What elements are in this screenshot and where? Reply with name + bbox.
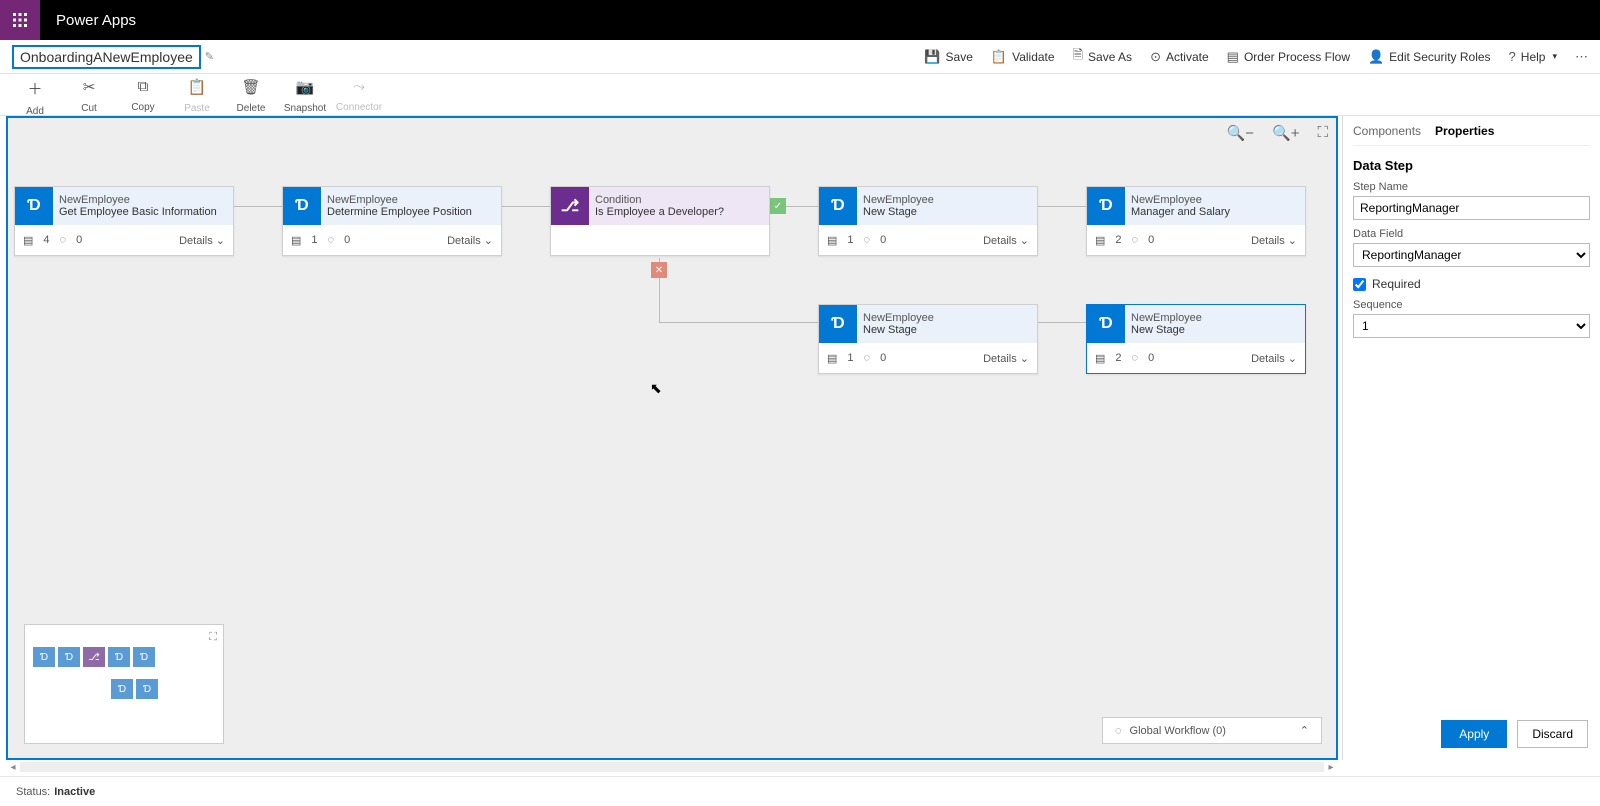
connector-line [1036,322,1092,323]
connector-line [232,206,288,207]
stage-basic-info[interactable]: Ɗ NewEmployeeGet Employee Basic Informat… [14,186,234,256]
scroll-left-icon[interactable]: ◂ [6,760,20,774]
stage-icon: Ɗ [1087,305,1125,343]
apply-button[interactable]: Apply [1441,720,1507,748]
copy-button[interactable]: ⧉Copy [116,78,170,115]
add-button[interactable]: ＋Add [8,78,62,119]
activate-button[interactable]: ⊙Activate [1150,49,1209,65]
scroll-right-icon[interactable]: ▸ [1324,760,1338,774]
trigger-icon: ◌ [328,234,335,246]
help-button[interactable]: ?Help▾ [1509,49,1557,64]
trigger-icon: ◌ [864,352,871,364]
required-label: Required [1372,277,1421,291]
connector-line [1036,206,1092,207]
snapshot-button[interactable]: 📷Snapshot [278,78,332,116]
toolbar: ＋Add ✂Cut ⧉Copy 📋Paste 🗑Delete 📷Snapshot… [0,74,1600,116]
properties-panel: Components Properties Data Step Step Nam… [1342,116,1600,760]
steps-icon: ▤ [23,234,33,247]
validate-button[interactable]: 📋Validate [991,49,1055,65]
stage-icon: Ɗ [15,187,53,225]
details-toggle[interactable]: Details ⌄ [447,234,493,247]
minimap-node: Ɗ [136,679,158,699]
waffle-icon[interactable] [0,0,40,40]
stage-icon: Ɗ [819,305,857,343]
top-bar: Power Apps [0,0,1600,40]
trigger-icon: ◌ [60,234,67,246]
zoom-out-icon[interactable]: 🔍− [1227,124,1254,142]
zoom-in-icon[interactable]: 🔍+ [1272,124,1299,142]
cursor-icon: ⬉ [650,380,662,397]
required-checkbox[interactable] [1353,278,1366,291]
connector-line [659,322,824,323]
stage-determine-position[interactable]: Ɗ NewEmployeeDetermine Employee Position… [282,186,502,256]
sequence-label: Sequence [1353,299,1590,311]
minimap-node: Ɗ [108,647,130,667]
details-toggle[interactable]: Details ⌄ [983,234,1029,247]
minimap-node: Ɗ [111,679,133,699]
save-button[interactable]: 💾Save [924,49,973,65]
stage-no-new[interactable]: Ɗ NewEmployeeNew Stage ▤1 ◌0 Details ⌄ [818,304,1038,374]
condition-is-developer[interactable]: ⎇ ConditionIs Employee a Developer? [550,186,770,256]
minimap-fit-icon[interactable]: ⛶ [209,631,217,644]
flow-name[interactable]: OnboardingANewEmployee [12,45,201,69]
minimap-node: Ɗ [58,647,80,667]
pencil-icon[interactable]: ✎ [205,50,214,63]
horizontal-scrollbar[interactable]: ◂ ▸ [6,760,1338,774]
panel-title: Data Step [1353,158,1590,173]
steps-icon: ▤ [291,234,301,247]
details-toggle[interactable]: Details ⌄ [1251,234,1297,247]
trigger-icon: ◌ [1132,234,1139,246]
status-bar: Status:Inactive [0,776,1600,806]
discard-button[interactable]: Discard [1517,720,1588,748]
data-field-label: Data Field [1353,228,1590,240]
minimap-node: Ɗ [33,647,55,667]
minimap-node: ⎇ [83,647,105,667]
steps-icon: ▤ [827,352,837,365]
minimap-node: Ɗ [133,647,155,667]
edit-security-button[interactable]: 👤Edit Security Roles [1368,49,1491,65]
step-name-label: Step Name [1353,181,1590,193]
condition-yes-icon: ✓ [770,198,786,214]
step-name-input[interactable] [1353,196,1590,220]
details-toggle[interactable]: Details ⌄ [1251,352,1297,365]
condition-icon: ⎇ [551,187,589,225]
stage-icon: Ɗ [819,187,857,225]
stage-icon: Ɗ [1087,187,1125,225]
stage-icon: Ɗ [283,187,321,225]
save-as-button[interactable]: 🗎Save As [1073,46,1132,68]
minimap[interactable]: ⛶ Ɗ Ɗ ⎇ Ɗ Ɗ Ɗ Ɗ [24,624,224,744]
fit-screen-icon[interactable]: ⛶ [1317,124,1328,142]
steps-icon: ▤ [1095,352,1105,365]
trigger-icon: ◌ [1132,352,1139,364]
paste-button[interactable]: 📋Paste [170,78,224,116]
connector-button[interactable]: ⤳Connector [332,78,386,115]
details-toggle[interactable]: Details ⌄ [179,234,225,247]
header-row: OnboardingANewEmployee ✎ 💾Save 📋Validate… [0,40,1600,74]
canvas[interactable]: 🔍− 🔍+ ⛶ ✓ ✕ Ɗ NewEmployeeGet Employee Ba… [6,116,1338,760]
delete-button[interactable]: 🗑Delete [224,78,278,116]
trigger-icon: ◌ [864,234,871,246]
steps-icon: ▤ [1095,234,1105,247]
tab-components[interactable]: Components [1353,124,1421,138]
more-icon[interactable]: ⋯ [1575,49,1588,65]
connector-line [500,206,556,207]
stage-no-new-2[interactable]: Ɗ NewEmployeeNew Stage ▤2 ◌0 Details ⌄ [1086,304,1306,374]
stage-yes-new[interactable]: Ɗ NewEmployeeNew Stage ▤1 ◌0 Details ⌄ [818,186,1038,256]
sequence-select[interactable]: 1 [1353,314,1590,338]
workflow-icon: ◌ [1115,725,1122,737]
stage-manager-salary[interactable]: Ɗ NewEmployeeManager and Salary ▤2 ◌0 De… [1086,186,1306,256]
tab-properties[interactable]: Properties [1435,124,1494,138]
global-workflow[interactable]: ◌ Global Workflow (0) ⌃ [1102,717,1322,744]
order-process-flow-button[interactable]: ▤Order Process Flow [1227,49,1350,65]
data-field-select[interactable]: ReportingManager [1353,243,1590,267]
condition-no-icon: ✕ [651,262,667,278]
steps-icon: ▤ [827,234,837,247]
details-toggle[interactable]: Details ⌄ [983,352,1029,365]
cut-button[interactable]: ✂Cut [62,78,116,116]
chevron-up-icon: ⌃ [1300,724,1309,737]
app-title: Power Apps [56,12,136,29]
